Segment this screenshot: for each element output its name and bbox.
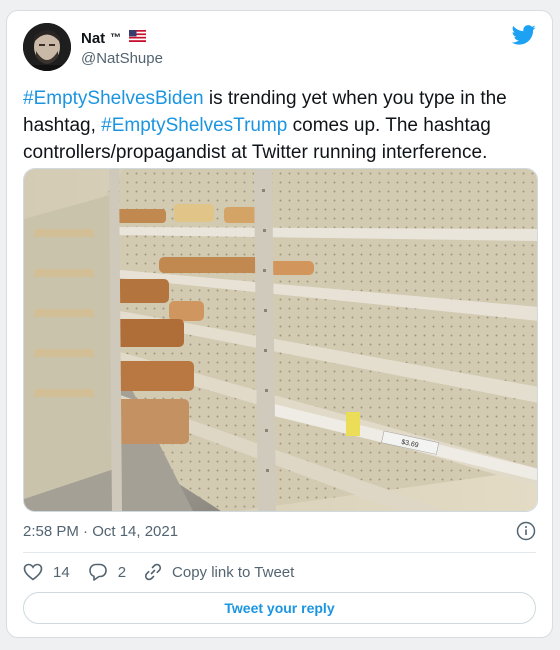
divider — [23, 552, 536, 553]
link-icon — [144, 563, 162, 581]
us-flag-icon — [129, 29, 147, 47]
hashtag-empty-shelves-trump[interactable]: #EmptyShelvesTrump — [101, 115, 287, 136]
tweet-text: #EmptyShelvesBiden is trending yet when … — [23, 85, 538, 166]
tweet-actions: 14 2 Copy link to Tweet — [23, 562, 312, 582]
like-button[interactable]: 14 — [23, 563, 70, 581]
reply-button[interactable]: 2 — [88, 562, 126, 582]
twitter-bird-icon[interactable] — [511, 25, 536, 50]
reply-count: 2 — [117, 563, 127, 581]
trademark-mark: ™ — [110, 32, 122, 44]
author-name-row[interactable]: Nat ™ — [81, 29, 147, 47]
tweet-timestamp[interactable]: 2:58 PM · Oct 14, 2021 — [23, 523, 178, 540]
author-display-name[interactable]: Nat — [81, 30, 105, 47]
hashtag-empty-shelves-biden[interactable]: #EmptyShelvesBiden — [23, 88, 204, 109]
copy-link-button[interactable]: Copy link to Tweet — [144, 563, 294, 581]
tweet-your-reply-button[interactable]: Tweet your reply — [23, 592, 536, 624]
heart-icon — [23, 563, 43, 581]
avatar[interactable] — [23, 23, 71, 71]
copy-link-label: Copy link to Tweet — [172, 563, 295, 581]
info-icon[interactable] — [516, 521, 536, 546]
tweet-photo[interactable]: $3.69 — [23, 168, 538, 512]
tweet-card: Nat ™ @NatShupe #EmptyShelvesBiden is tr… — [6, 10, 553, 638]
like-count: 14 — [53, 563, 70, 581]
reply-icon — [88, 563, 107, 581]
author-handle[interactable]: @NatShupe — [81, 50, 163, 67]
